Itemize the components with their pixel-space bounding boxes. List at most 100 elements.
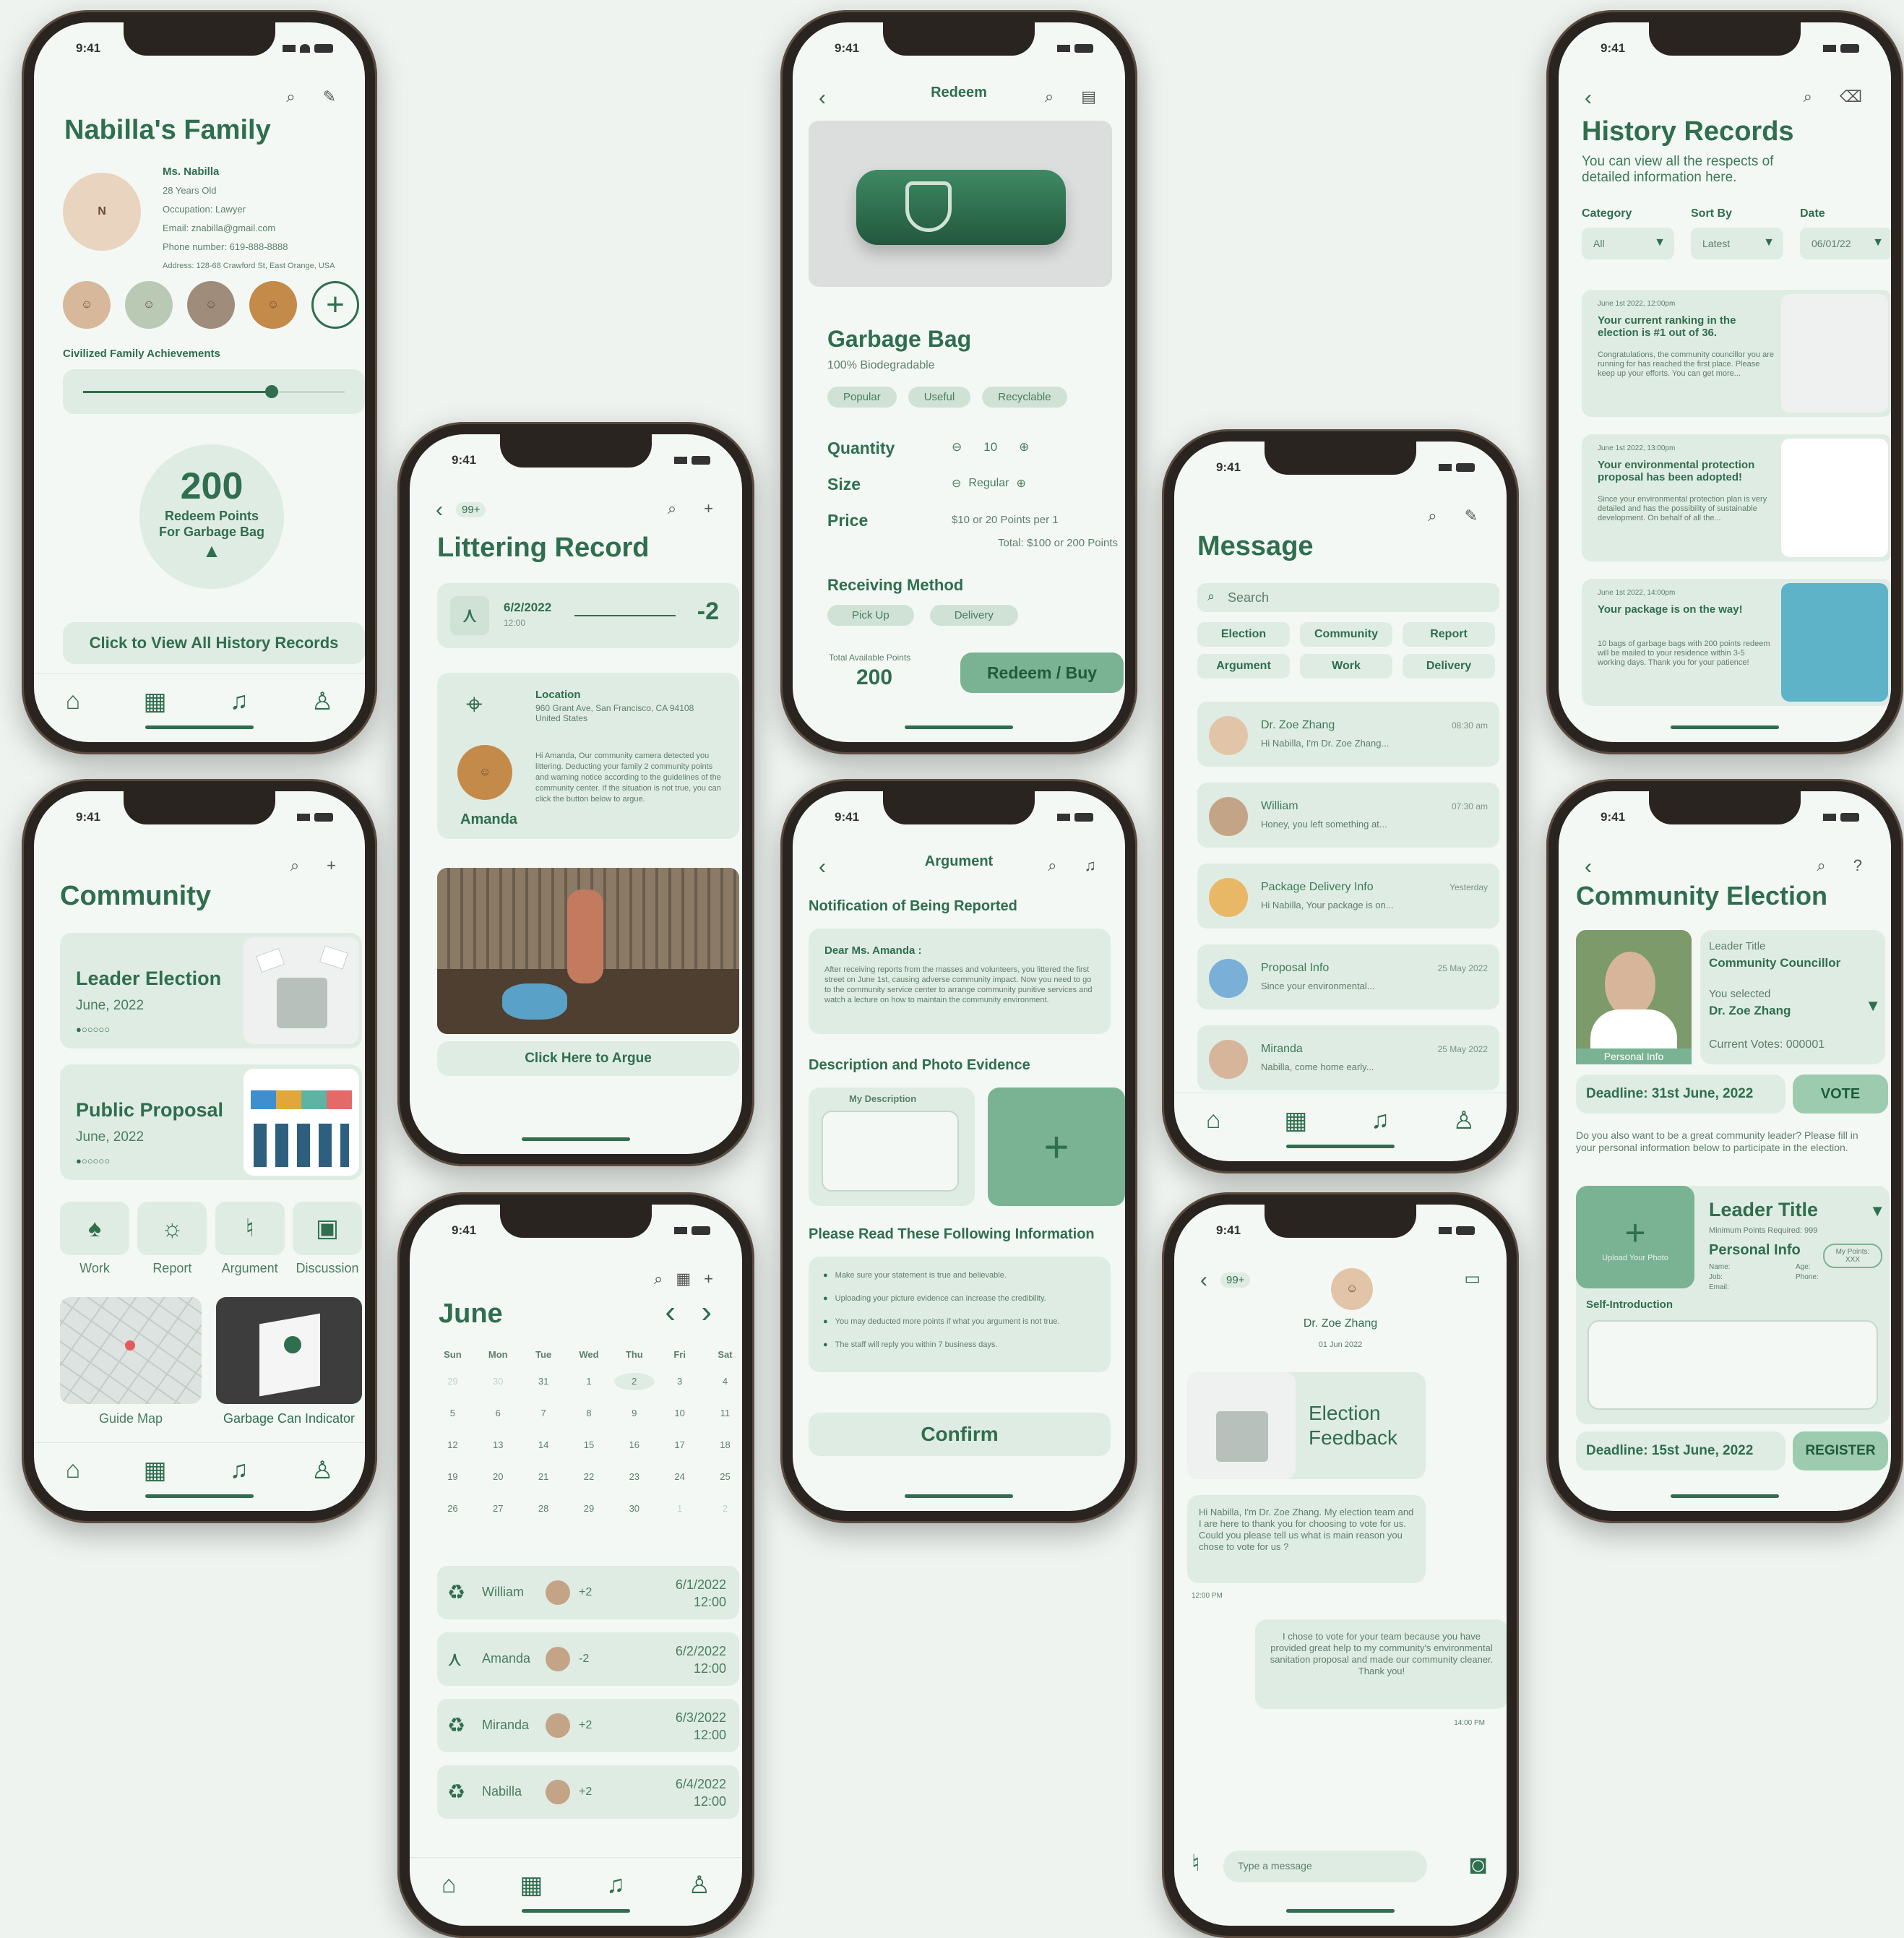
calendar-icon[interactable]: ▦ [1284, 1106, 1307, 1135]
plus-icon[interactable]: + [704, 1270, 713, 1288]
profile-icon[interactable]: ♙ [311, 687, 333, 716]
calendar-day[interactable]: 20 [478, 1468, 518, 1486]
avatar-member[interactable]: ☺ [63, 281, 111, 329]
filter-community[interactable]: Community [1300, 622, 1392, 647]
self-intro-input[interactable] [1588, 1320, 1878, 1410]
method-pick-up[interactable]: Pick Up [827, 605, 914, 626]
search-icon[interactable]: ⌕ [290, 856, 299, 875]
home-icon[interactable]: ⌂ [441, 1871, 457, 1900]
filter-select[interactable]: Latest ▼ [1691, 228, 1783, 259]
progress-knob[interactable] [264, 385, 278, 398]
history-item[interactable]: June 1st 2022, 14:00pm Your package is on… [1582, 579, 1891, 706]
filter-work[interactable]: Work [1300, 654, 1392, 679]
calendar-day[interactable]: 14 [523, 1437, 564, 1454]
calendar-day[interactable]: 28 [523, 1500, 564, 1517]
calendar-day[interactable]: 5 [432, 1405, 473, 1422]
calendar-day[interactable]: 4 [705, 1373, 742, 1390]
calendar-day[interactable]: 9 [614, 1405, 655, 1422]
calendar-day[interactable]: 1 [660, 1500, 700, 1517]
unread-badge[interactable]: 99+ [1220, 1272, 1251, 1288]
upload-photo-button[interactable]: + Upload Your Photo [1576, 1186, 1694, 1288]
vote-button[interactable]: VOTE [1793, 1074, 1888, 1114]
selected-value[interactable]: Dr. Zoe Zhang [1709, 1004, 1791, 1018]
filter-report[interactable]: Report [1403, 622, 1495, 647]
calendar-day[interactable]: 22 [569, 1468, 609, 1486]
bell-icon[interactable]: ♫ [1085, 856, 1097, 875]
calendar-day[interactable]: 18 [705, 1437, 742, 1454]
message-item[interactable]: Proposal Info Since your environmental...… [1197, 944, 1499, 1009]
field-name[interactable]: Name: [1709, 1262, 1796, 1272]
field-phone[interactable]: Phone: [1796, 1272, 1882, 1283]
message-item[interactable]: William Honey, you left something at... 07… [1197, 783, 1499, 848]
calendar-day[interactable]: 16 [614, 1437, 655, 1454]
history-item[interactable]: June 1st 2022, 13:00pm Your environmental… [1582, 434, 1891, 561]
filter-argument[interactable]: Argument [1197, 654, 1290, 679]
trash-icon[interactable]: ⌫ [1840, 87, 1862, 106]
unread-badge[interactable]: 99+ [456, 502, 486, 517]
minus-icon[interactable]: ⊖ [952, 476, 961, 491]
microphone-icon[interactable]: ♮ [1192, 1849, 1199, 1877]
message-item[interactable]: Miranda Nabilla, come home early... 25 May… [1197, 1025, 1499, 1090]
calendar-day[interactable]: 8 [569, 1405, 609, 1422]
quantity-stepper[interactable]: ⊖ 10 ⊕ [952, 440, 1029, 455]
back-icon[interactable]: ‹ [1585, 855, 1592, 879]
add-photo-button[interactable]: + [988, 1088, 1125, 1206]
filter-select[interactable]: 06/01/22 ▼ [1800, 228, 1891, 259]
calendar-day[interactable]: 30 [478, 1373, 518, 1390]
register-button[interactable]: REGISTER [1793, 1431, 1888, 1470]
calendar-day[interactable]: 25 [705, 1468, 742, 1486]
search-icon[interactable]: ⌕ [1428, 507, 1436, 525]
receipt-icon[interactable]: ▤ [1081, 87, 1096, 106]
calendar-day[interactable]: 12 [432, 1437, 473, 1454]
minus-icon[interactable]: ⊖ [952, 440, 962, 455]
add-member-button[interactable]: + [311, 281, 359, 329]
tag-recyclable[interactable]: Recyclable [982, 387, 1067, 408]
candidate-photo[interactable] [1576, 930, 1692, 1064]
help-icon[interactable]: ? [1853, 856, 1862, 875]
search-icon[interactable]: ⌕ [654, 1270, 663, 1288]
avatar-nabilla[interactable]: N [63, 173, 141, 251]
points-circle[interactable]: 200 Redeem Points For Garbage Bag ▲ [139, 444, 284, 589]
calendar-day[interactable]: 27 [478, 1500, 518, 1517]
record-row[interactable]: ⋏ Amanda -2 6/2/2022 12:00 [437, 1632, 739, 1686]
redeem-buy-button[interactable]: Redeem / Buy [960, 653, 1124, 693]
calendar-day[interactable]: 2 [705, 1500, 742, 1517]
calendar-day[interactable]: 19 [432, 1468, 473, 1486]
home-icon[interactable]: ⌂ [1206, 1106, 1221, 1135]
bell-icon[interactable]: ♫ [606, 1871, 625, 1900]
field-email[interactable]: Email: [1709, 1283, 1796, 1293]
back-icon[interactable]: ‹ [436, 498, 443, 522]
search-input[interactable]: ⌕ Search [1197, 583, 1499, 612]
calendar-day[interactable]: 1 [569, 1373, 609, 1390]
feature-argument[interactable]: ♮ Argument [215, 1202, 285, 1276]
field-job[interactable]: Job: [1709, 1272, 1796, 1283]
size-stepper[interactable]: ⊖ Regular ⊕ [952, 476, 1026, 491]
feature-work[interactable]: ♠ Work [60, 1202, 129, 1276]
description-input[interactable] [822, 1111, 959, 1192]
record-row[interactable]: ♻ Nabilla +2 6/4/2022 12:00 [437, 1765, 739, 1819]
message-input[interactable]: Type a message [1223, 1851, 1427, 1882]
search-icon[interactable]: ⌕ [668, 499, 676, 518]
calendar-day[interactable]: 23 [614, 1468, 655, 1486]
leader-title-select[interactable]: Leader Title [1709, 1199, 1818, 1221]
calendar-day[interactable]: 29 [432, 1373, 473, 1390]
election-feedback-card[interactable]: Election Feedback [1187, 1372, 1426, 1479]
calendar-day[interactable]: 10 [660, 1405, 700, 1422]
personal-info-tab[interactable]: Personal Info [1576, 1048, 1692, 1064]
calendar-day[interactable]: 29 [569, 1500, 609, 1517]
feature-report[interactable]: ☼ Report [137, 1202, 207, 1276]
avatar-member[interactable]: ☺ [187, 281, 235, 329]
bell-icon[interactable]: ♫ [230, 1456, 249, 1485]
guide-map-thumbnail[interactable] [60, 1297, 202, 1404]
profile-icon[interactable]: ♙ [689, 1871, 710, 1900]
calendar-day[interactable]: 6 [478, 1405, 518, 1422]
record-row[interactable]: ♻ Miranda +2 6/3/2022 12:00 [437, 1699, 739, 1752]
chevron-down-icon[interactable]: ▼ [1865, 996, 1881, 1015]
search-icon[interactable]: ⌕ [1045, 87, 1054, 106]
avatar-member[interactable]: ☺ [249, 281, 297, 329]
plus-icon[interactable]: ⊕ [1016, 476, 1025, 491]
tag-popular[interactable]: Popular [827, 387, 897, 408]
calendar-day[interactable]: 13 [478, 1437, 518, 1454]
history-item[interactable]: June 1st 2022, 12:00pm Your current ranki… [1582, 290, 1891, 417]
calendar-icon[interactable]: ▦ [144, 687, 167, 716]
